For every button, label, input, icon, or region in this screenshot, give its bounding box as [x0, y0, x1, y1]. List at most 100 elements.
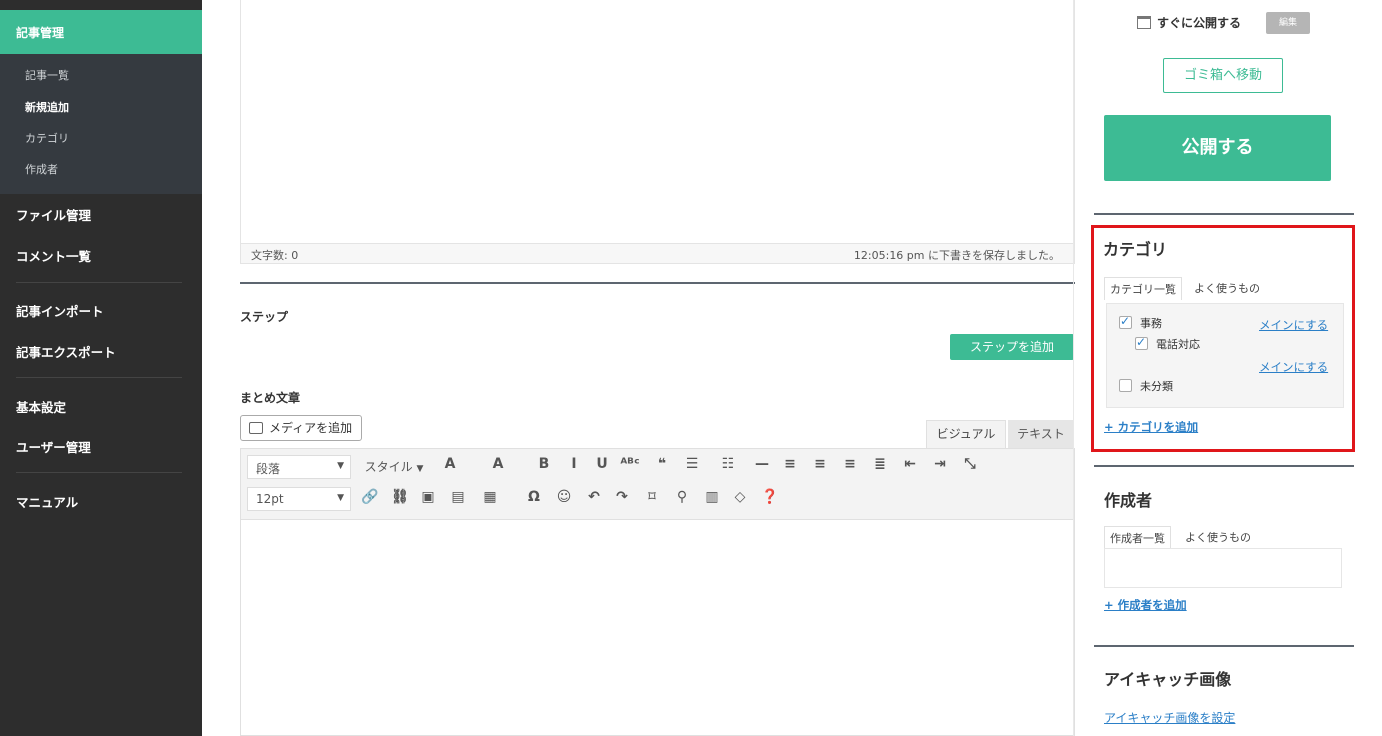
- background-color-icon[interactable]: A: [487, 456, 509, 472]
- set-main-link[interactable]: メインにする: [1259, 317, 1328, 333]
- main-editor: 文字数: 0 12:05:16 pm に下書きを保存しました。 ステップ ステッ…: [202, 0, 1092, 736]
- summary-label: まとめ文章: [240, 391, 301, 405]
- tab-category-all[interactable]: カテゴリ一覧: [1104, 277, 1182, 300]
- outdent-icon[interactable]: ⇤: [899, 456, 921, 472]
- bookmark-icon[interactable]: ⌑: [641, 489, 663, 505]
- sidebar-subitem-article-list[interactable]: 記事一覧: [25, 67, 69, 83]
- category-label-jimu: 事務: [1140, 317, 1162, 330]
- set-main-link[interactable]: メインにする: [1259, 359, 1328, 375]
- sidebar-divider: [16, 377, 182, 378]
- sidebar-divider: [16, 282, 182, 283]
- sidebar-submenu: 記事一覧 新規追加 カテゴリ 作成者: [0, 54, 202, 194]
- redo-icon[interactable]: ↷: [611, 489, 633, 505]
- indent-icon[interactable]: ⇥: [929, 456, 951, 472]
- tab-author-all[interactable]: 作成者一覧: [1104, 526, 1171, 549]
- special-char-icon[interactable]: Ω: [523, 489, 545, 505]
- add-media-button[interactable]: メディアを追加: [240, 415, 362, 441]
- category-checkbox-uncategorized[interactable]: [1119, 379, 1132, 392]
- align-right-icon[interactable]: ≡: [839, 456, 861, 472]
- publish-now-label: すぐに公開する: [1137, 14, 1241, 31]
- justify-icon[interactable]: ≣: [869, 456, 891, 472]
- align-center-icon[interactable]: ≡: [809, 456, 831, 472]
- undo-icon[interactable]: ↶: [583, 489, 605, 505]
- add-media-label: メディアを追加: [269, 421, 353, 435]
- link-icon[interactable]: 🔗: [359, 489, 381, 505]
- sidebar-subitem-author[interactable]: 作成者: [25, 161, 58, 177]
- sidebar-divider: [16, 472, 182, 473]
- video-icon[interactable]: ▤: [447, 489, 469, 505]
- strikethrough-icon[interactable]: ᴬᴮᶜ: [619, 456, 641, 472]
- category-checkbox-phone[interactable]: [1135, 335, 1148, 350]
- editor-status-bar: 文字数: 0 12:05:16 pm に下書きを保存しました。: [241, 243, 1074, 263]
- clear-format-icon[interactable]: ◇: [729, 489, 751, 505]
- table-icon[interactable]: ▦: [479, 489, 501, 505]
- sidebar-item-files[interactable]: ファイル管理: [16, 205, 91, 224]
- sidebar-item-comments[interactable]: コメント一覧: [16, 246, 91, 265]
- tab-category-popular[interactable]: よく使うもの: [1189, 277, 1265, 299]
- unlink-icon[interactable]: ⛓: [389, 489, 411, 505]
- help-icon[interactable]: ❓: [759, 489, 781, 505]
- sidebar-subitem-category[interactable]: カテゴリ: [25, 130, 69, 146]
- publish-button[interactable]: 公開する: [1104, 115, 1331, 181]
- align-left-icon[interactable]: ≡: [779, 456, 801, 472]
- steps-label: ステップ: [240, 310, 289, 324]
- category-label-phone: 電話対応: [1156, 338, 1200, 351]
- panel-divider: [1094, 465, 1354, 467]
- font-size-select[interactable]: 12pt ▼: [247, 487, 351, 511]
- blockquote-icon[interactable]: ❝: [651, 456, 673, 472]
- sidebar-item-import[interactable]: 記事インポート: [16, 301, 104, 320]
- edit-schedule-button[interactable]: 編集: [1266, 12, 1310, 34]
- sidebar-subitem-add-new[interactable]: 新規追加: [25, 99, 69, 115]
- bold-icon[interactable]: B: [533, 456, 555, 472]
- paragraph-select-value: 段落: [256, 462, 281, 476]
- author-heading: 作成者: [1104, 491, 1153, 510]
- tab-visual[interactable]: ビジュアル: [926, 420, 1006, 448]
- style-select[interactable]: スタイル ▼: [359, 458, 429, 475]
- category-checkbox-jimu[interactable]: [1119, 314, 1132, 329]
- category-panel-highlight: カテゴリ カテゴリ一覧 よく使うもの 事務 メインにする 電話対応 メインにする…: [1091, 225, 1355, 452]
- tab-author-popular[interactable]: よく使うもの: [1180, 526, 1256, 548]
- paste-icon[interactable]: ▥: [701, 489, 723, 505]
- add-author-link[interactable]: + 作成者を追加: [1104, 597, 1187, 613]
- editor-toolbar: 段落 ▼ スタイル ▼ A A B I Uᴬᴮᶜ ❝ ☰ ☷ — ≡ ≡ ≡ ≣ ⇤ ⇥ ⤡ 12pt ▼ 🔗 ⛓ ▣…: [240, 448, 1075, 520]
- category-label-uncategorized: 未分類: [1140, 380, 1173, 393]
- bullet-list-icon[interactable]: ☰: [681, 456, 703, 472]
- word-count: 文字数: 0: [251, 249, 299, 262]
- sidebar-item-export[interactable]: 記事エクスポート: [16, 342, 116, 361]
- add-category-link[interactable]: + カテゴリを追加: [1104, 419, 1198, 435]
- sidebar: 記事管理 記事一覧 新規追加 カテゴリ 作成者 ファイル管理 コメント一覧 記事…: [0, 0, 202, 736]
- sidebar-item-manual[interactable]: マニュアル: [16, 492, 78, 511]
- text-color-icon[interactable]: A: [439, 456, 461, 472]
- paragraph-select[interactable]: 段落 ▼: [247, 455, 351, 479]
- numbered-list-icon[interactable]: ☷: [717, 456, 739, 472]
- chevron-down-icon: ▼: [416, 464, 424, 474]
- media-icon: [249, 422, 263, 434]
- chevron-down-icon: ▼: [337, 493, 344, 503]
- add-step-button[interactable]: ステップを追加: [950, 334, 1074, 360]
- fullscreen-icon[interactable]: ⤡: [959, 456, 981, 472]
- sidebar-item-users[interactable]: ユーザー管理: [16, 437, 91, 456]
- summary-editor-body[interactable]: [240, 520, 1075, 736]
- sidebar-item-articles[interactable]: 記事管理: [0, 10, 202, 54]
- author-list: [1104, 548, 1342, 588]
- autosave-status: 12:05:16 pm に下書きを保存しました。: [853, 249, 1060, 262]
- calendar-icon: [1137, 16, 1151, 29]
- right-panel: すぐに公開する 編集 ゴミ箱へ移動 公開する カテゴリ カテゴリ一覧 よく使うも…: [1073, 0, 1382, 736]
- set-eyecatch-link[interactable]: アイキャッチ画像を設定: [1104, 709, 1235, 726]
- italic-icon[interactable]: I: [563, 456, 585, 472]
- underline-icon[interactable]: U: [591, 456, 613, 472]
- horizontal-line-icon[interactable]: —: [751, 456, 773, 472]
- chevron-down-icon: ▼: [337, 461, 344, 471]
- move-to-trash-button[interactable]: ゴミ箱へ移動: [1163, 58, 1283, 93]
- publish-now-text: すぐに公開する: [1157, 16, 1242, 30]
- category-heading: カテゴリ: [1103, 240, 1168, 259]
- panel-divider: [1094, 645, 1354, 647]
- content-editor[interactable]: 文字数: 0 12:05:16 pm に下書きを保存しました。: [240, 0, 1075, 264]
- font-size-select-value: 12pt: [256, 492, 284, 506]
- emoji-icon[interactable]: ☺: [553, 489, 575, 505]
- image-icon[interactable]: ▣: [417, 489, 439, 505]
- style-select-value: スタイル: [364, 460, 413, 474]
- sidebar-item-settings[interactable]: 基本設定: [16, 397, 66, 416]
- tab-text[interactable]: テキスト: [1008, 420, 1074, 448]
- find-icon[interactable]: ⚲: [671, 489, 693, 505]
